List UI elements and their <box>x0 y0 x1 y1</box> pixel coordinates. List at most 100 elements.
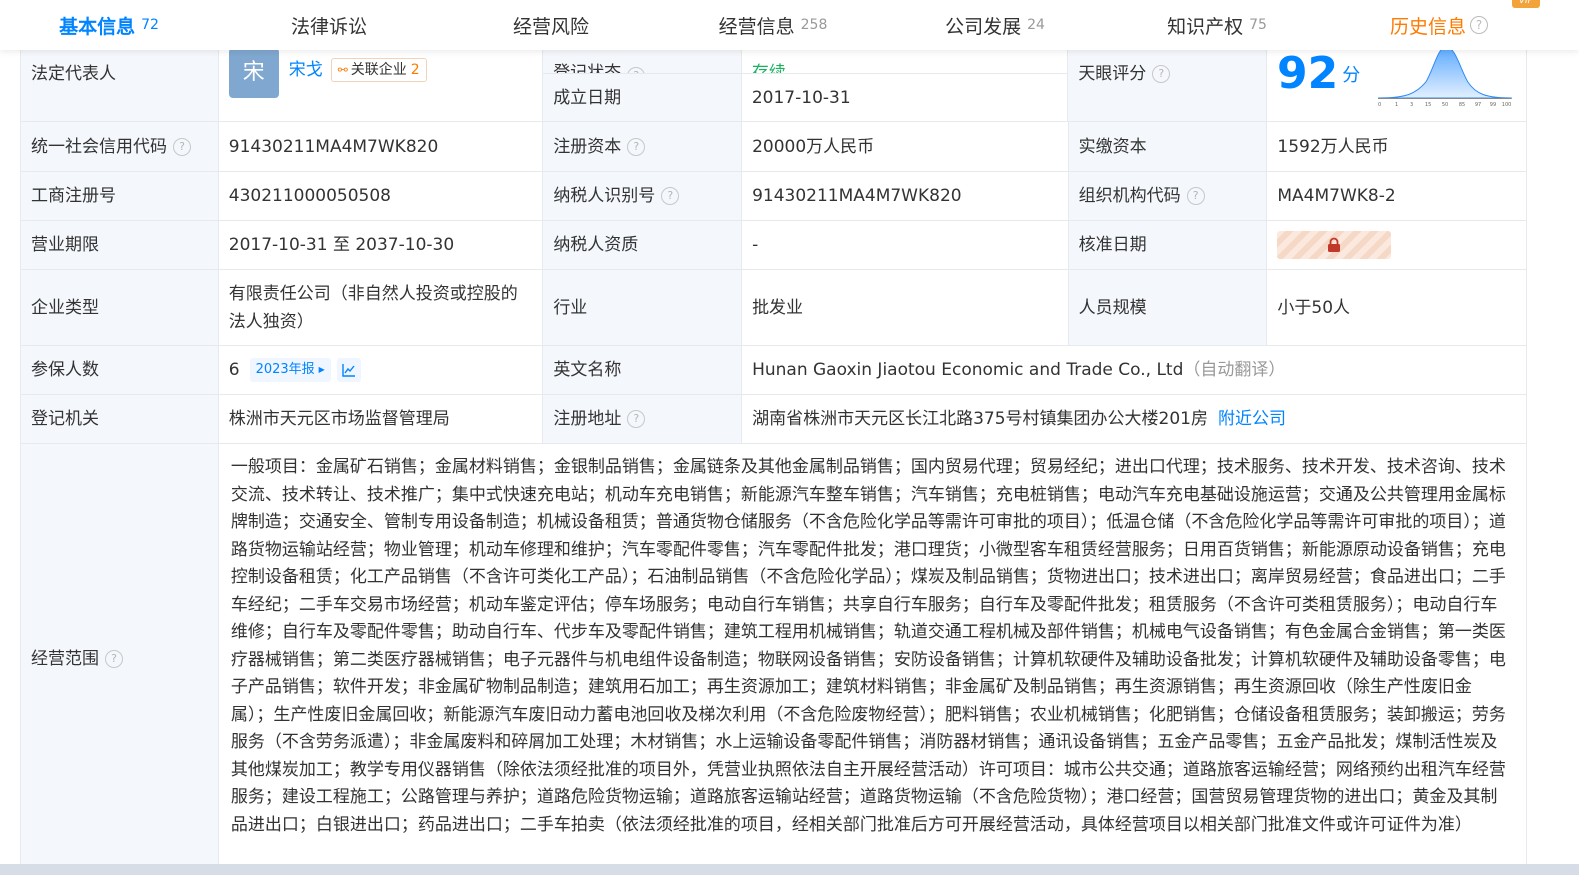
label-org-code: 组织机构代码? <box>1068 172 1268 220</box>
label-english-name: 英文名称 <box>543 346 743 394</box>
label-biz-scope: 经营范围? <box>21 444 219 874</box>
reg-address-cell: 湖南省株洲市天元区长江北路375号村镇集团办公大楼201房 附近公司 <box>742 395 1526 443</box>
label-credit-code: 统一社会信用代码? <box>21 122 219 171</box>
auto-translate-note: （自动翻译） <box>1183 360 1286 380</box>
tab-count: 258 <box>800 17 828 33</box>
axis-tick-label: 99 <box>1490 102 1496 108</box>
axis-tick-label: 0 <box>1378 102 1381 108</box>
credit-code-value: 91430211MA4M7WK820 <box>218 122 544 171</box>
label-staff-size: 人员规模 <box>1068 270 1268 345</box>
help-icon[interactable]: ? <box>105 650 123 668</box>
staff-size-value: 小于50人 <box>1267 270 1527 345</box>
tab-company-development[interactable]: 公司发展 24 <box>884 0 1106 50</box>
trend-chart-icon <box>342 364 355 377</box>
table-row: 登记机关 株洲市天元区市场监督管理局 注册地址? 湖南省株洲市天元区长江北路37… <box>21 395 1526 444</box>
label-taxpayer-id: 纳税人识别号? <box>543 172 743 220</box>
paid-capital-value: 1592万人民币 <box>1267 122 1527 171</box>
avatar: 宋 <box>228 48 279 98</box>
tianyan-score-unit: 分 <box>1342 65 1361 86</box>
help-icon[interactable]: ? <box>627 410 646 428</box>
table-row: 经营范围? 一般项目：金属矿石销售；金属材料销售；金银制品销售；金属链条及其他金… <box>21 444 1526 874</box>
horizontal-scrollbar[interactable] <box>0 864 1579 875</box>
taxpayer-qual-value: - <box>742 221 1069 269</box>
network-icon: ⚯ <box>337 63 348 77</box>
axis-tick-label: 97 <box>1475 102 1481 108</box>
help-icon[interactable]: ? <box>1470 16 1488 34</box>
label-reg-authority: 登记机关 <box>21 395 219 443</box>
tab-business-info[interactable]: 经营信息 258 <box>662 0 884 50</box>
reg-authority-value: 株洲市天元区市场监督管理局 <box>218 395 544 443</box>
founded-date-value: 2017-10-31 <box>741 74 1068 121</box>
table-row: 参保人数 6 2023年报 ▶ 英文名称 Hunan Gaoxin Jiaotou… <box>21 346 1526 395</box>
label-company-type: 企业类型 <box>21 270 219 345</box>
label-insured: 参保人数 <box>21 346 219 394</box>
tab-bar: 基本信息 72 法律诉讼 经营风险 经营信息 258 公司发展 24 知识产权 … <box>0 0 1579 50</box>
tab-basic-info[interactable]: 基本信息 72 <box>0 0 218 50</box>
tab-count: 24 <box>1027 17 1045 33</box>
axis-tick-label: 85 <box>1459 102 1465 108</box>
company-info-page: 基本信息 72 法律诉讼 经营风险 经营信息 258 公司发展 24 知识产权 … <box>0 0 1579 875</box>
biz-scope-value: 一般项目：金属矿石销售；金属材料销售；金银制品销售；金属链条及其他金属制品销售；… <box>218 444 1526 874</box>
tab-label: 法律诉讼 <box>290 15 367 38</box>
tab-label: 经营风险 <box>512 15 589 38</box>
help-icon[interactable]: ? <box>661 187 680 205</box>
biz-term-value: 2017-10-31 至 2037-10-30 <box>218 221 544 269</box>
tab-label: 公司发展 <box>945 15 1022 38</box>
org-code-value: MA4M7WK8-2 <box>1267 172 1527 220</box>
help-icon[interactable]: ? <box>627 67 646 73</box>
reg-address-value: 湖南省株洲市天元区长江北路375号村镇集团办公大楼201房 <box>752 409 1208 429</box>
industry-value: 批发业 <box>742 270 1069 345</box>
trend-chart-button[interactable] <box>336 358 361 382</box>
related-companies-button[interactable]: ⚯ 关联企业 2 <box>330 58 427 82</box>
locked-content-button[interactable] <box>1277 231 1392 259</box>
biz-reg-no-value: 430211000050508 <box>218 172 544 220</box>
tab-count: 75 <box>1249 17 1267 33</box>
label-reg-capital: 注册资本? <box>543 122 743 171</box>
label-tianyan-score: 天眼评分 ? <box>1068 50 1268 121</box>
axis-tick-label: 1 <box>1395 102 1398 108</box>
approve-date-cell <box>1267 221 1527 269</box>
tianyan-score-cell[interactable]: 92 分 0 1 3 15 50 85 97 99 100 <box>1267 45 1527 121</box>
tab-label: 基本信息 <box>59 15 136 38</box>
help-icon[interactable]: ? <box>627 137 646 156</box>
help-icon[interactable]: ? <box>173 137 191 156</box>
tab-history-info[interactable]: VIP 历史信息 ? <box>1328 0 1550 50</box>
status-founded-labels: 登记状态 ? 成立日期 <box>543 50 742 121</box>
label-reg-address: 注册地址? <box>543 395 743 443</box>
vip-badge: VIP <box>1512 0 1540 8</box>
table-row: 企业类型 有限责任公司（非自然人投资或控股的法人独资） 行业 批发业 人员规模 … <box>21 270 1527 346</box>
table-row: 营业期限 2017-10-31 至 2037-10-30 纳税人资质 - 核准日… <box>21 221 1527 270</box>
label-taxpayer-qual: 纳税人资质 <box>543 221 743 269</box>
axis-tick-label: 3 <box>1410 102 1413 108</box>
label-reg-status: 登记状态 ? <box>543 50 741 74</box>
help-icon[interactable]: ? <box>1186 187 1205 205</box>
legal-rep-cell: 宋 宋戈 ⚯ 关联企业 2 <box>218 48 544 121</box>
label-founded-date: 成立日期 <box>543 74 741 121</box>
tab-label: 历史信息 <box>1389 15 1466 38</box>
english-name-cell: Hunan Gaoxin Jiaotou Economic and Trade … <box>742 346 1526 394</box>
score-distribution-chart: 0 1 3 15 50 85 97 99 100 <box>1378 45 1513 108</box>
label-biz-term: 营业期限 <box>21 221 219 269</box>
tab-label: 经营信息 <box>718 15 795 38</box>
tab-intellectual-property[interactable]: 知识产权 75 <box>1106 0 1328 50</box>
help-icon[interactable]: ? <box>1152 65 1171 83</box>
table-row: 法定代表人 宋 宋戈 ⚯ 关联企业 2 登记状态 ? 成立日期 <box>21 45 1527 122</box>
table-row: 工商注册号 430211000050508 纳税人识别号? 91430211MA… <box>21 172 1527 221</box>
axis-tick-label: 15 <box>1425 102 1431 108</box>
tab-business-risk[interactable]: 经营风险 <box>440 0 662 50</box>
nearby-companies-link[interactable]: 附近公司 <box>1218 405 1286 433</box>
label-approve-date: 核准日期 <box>1068 221 1268 269</box>
basic-info-table: 法定代表人 宋 宋戈 ⚯ 关联企业 2 登记状态 ? 成立日期 <box>20 45 1527 874</box>
tab-label: 知识产权 <box>1167 15 1244 38</box>
annual-report-dropdown[interactable]: 2023年报 ▶ <box>249 358 331 382</box>
axis-tick-label: 100 <box>1502 102 1512 108</box>
legal-rep-name-link[interactable]: 宋戈 <box>289 56 323 84</box>
lock-icon <box>1328 237 1341 252</box>
reg-status-value: 存续 <box>741 50 1068 74</box>
tianyan-score-value: 92 <box>1277 48 1339 99</box>
english-name-value: Hunan Gaoxin Jiaotou Economic and Trade … <box>752 360 1184 380</box>
table-row: 统一社会信用代码? 91430211MA4M7WK820 注册资本? 20000… <box>21 122 1527 172</box>
tab-legal-litigation[interactable]: 法律诉讼 <box>218 0 440 50</box>
tab-count: 72 <box>141 17 159 33</box>
axis-tick-label: 50 <box>1442 102 1448 108</box>
